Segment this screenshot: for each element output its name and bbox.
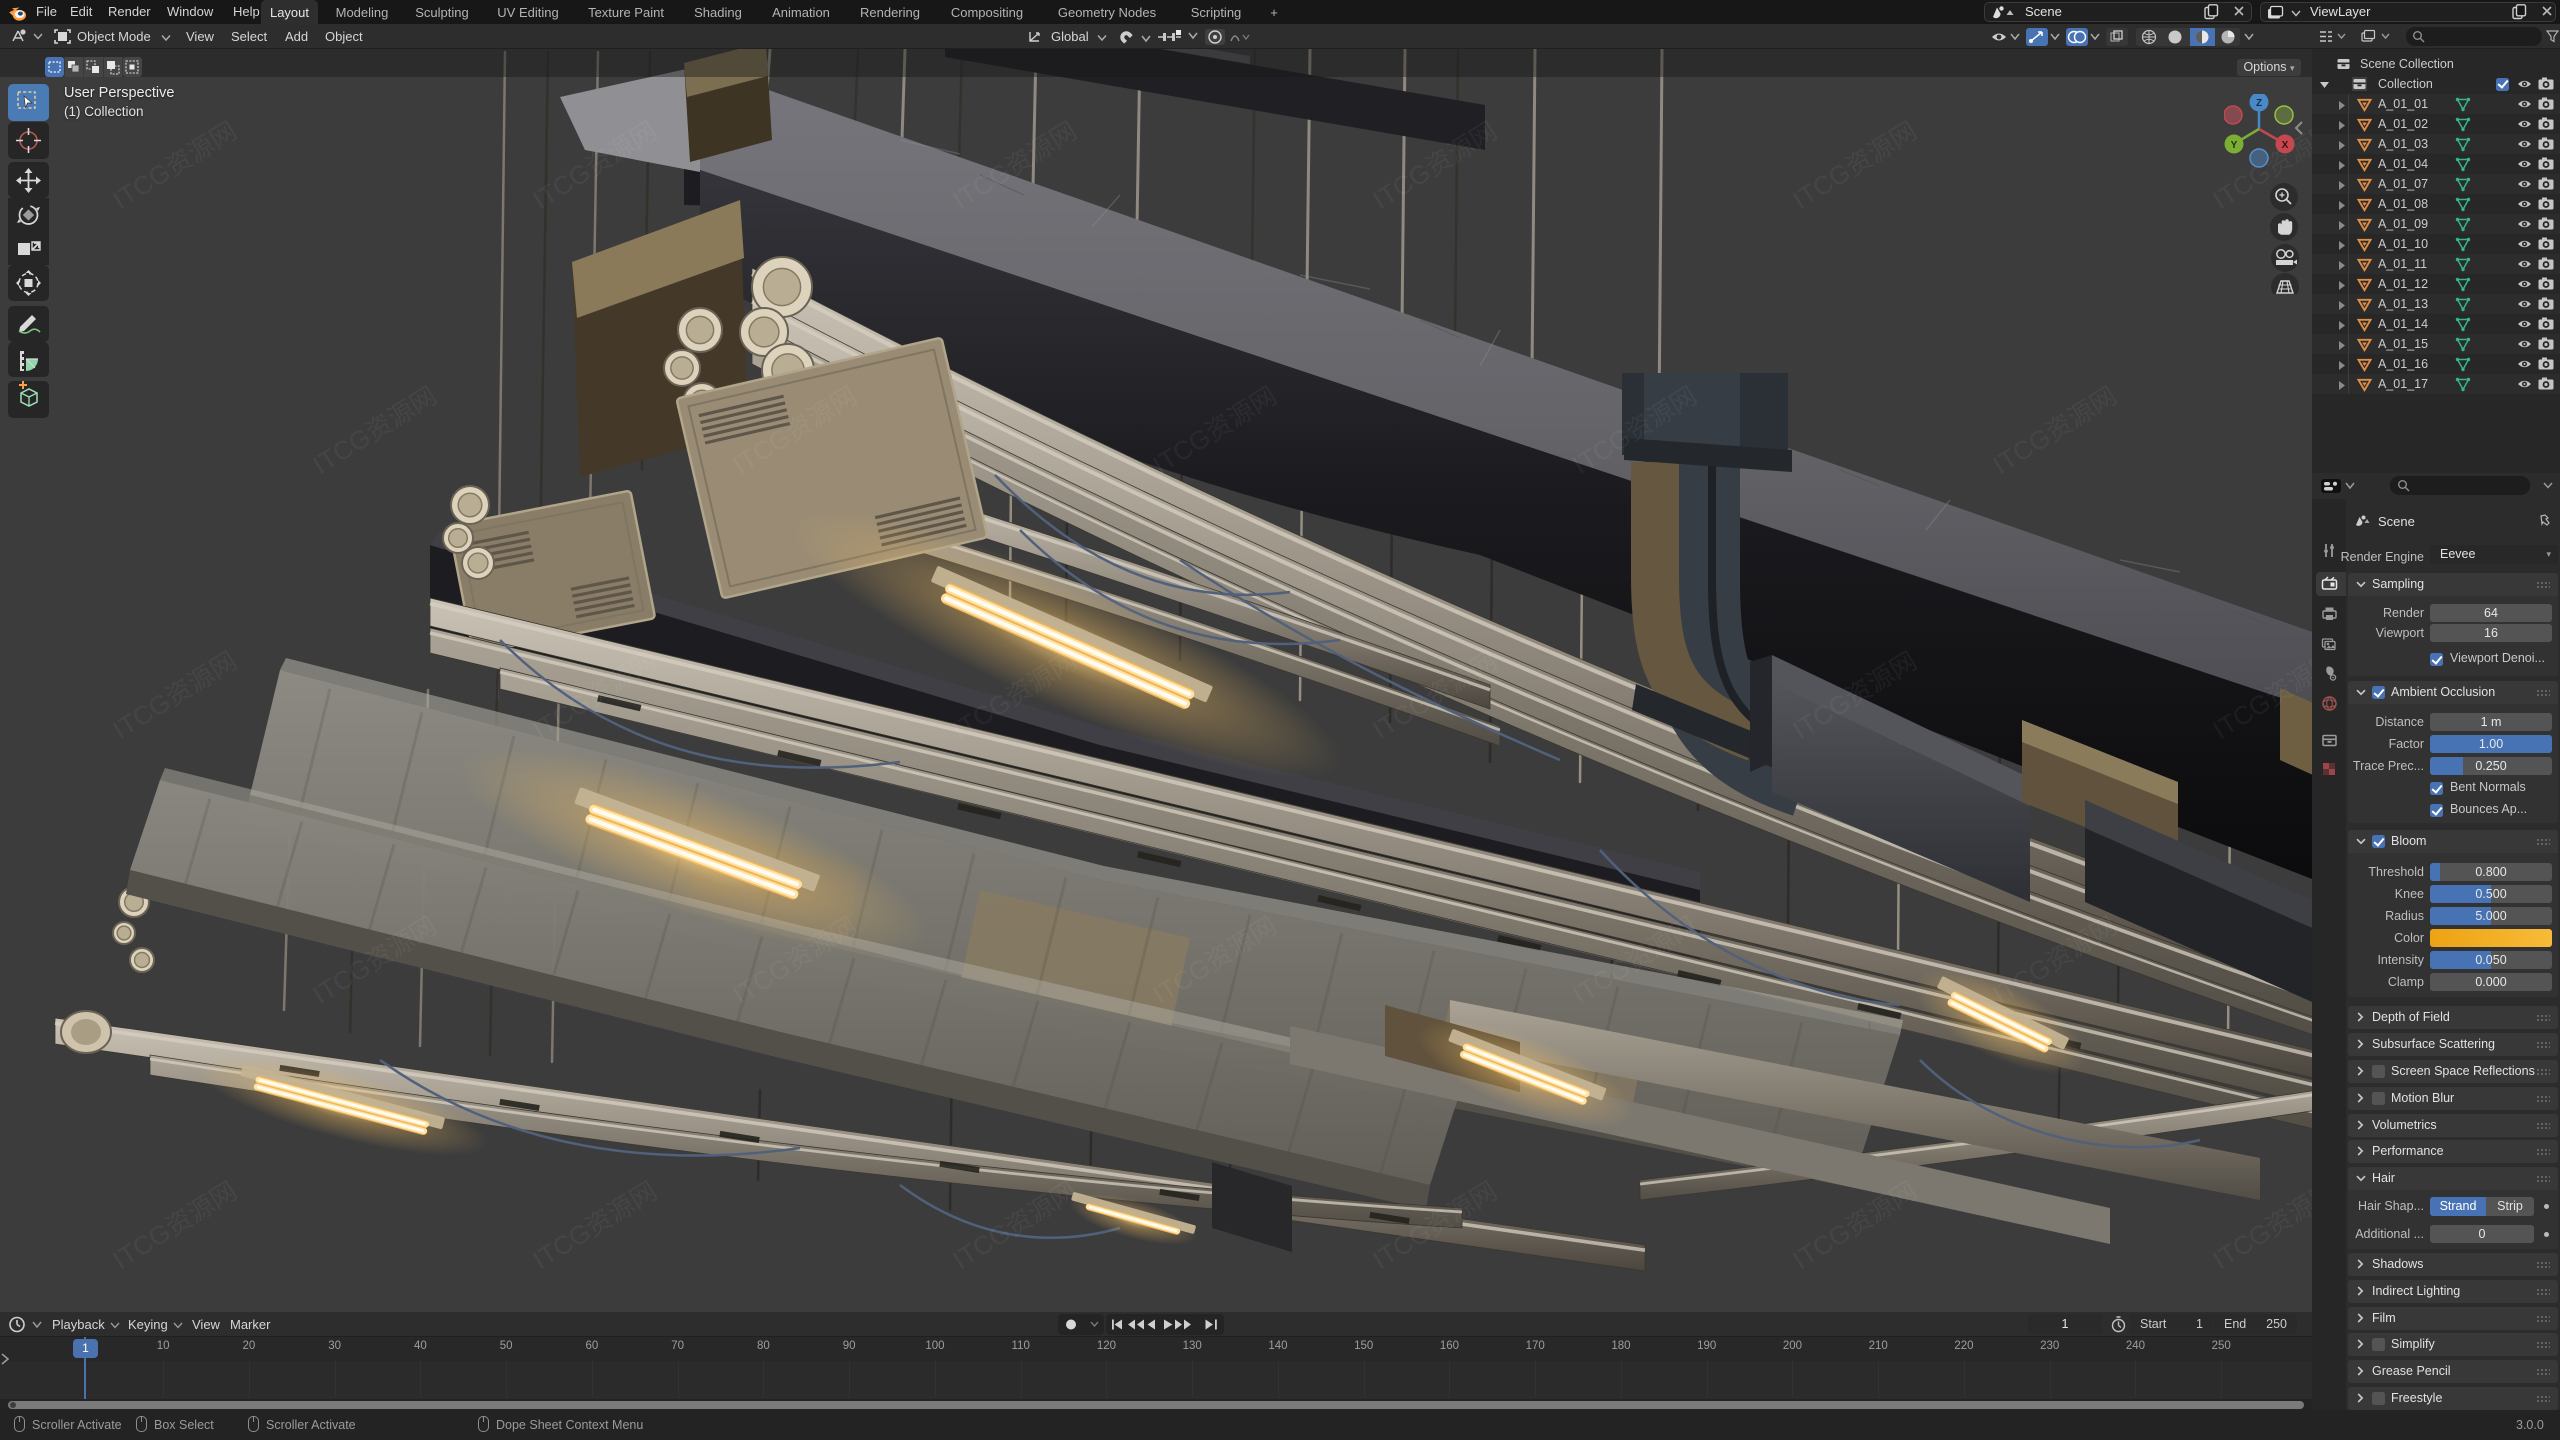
svg-text:Y: Y: [2231, 140, 2238, 151]
svg-text:Z: Z: [2256, 98, 2262, 109]
svg-text:X: X: [2282, 140, 2289, 151]
